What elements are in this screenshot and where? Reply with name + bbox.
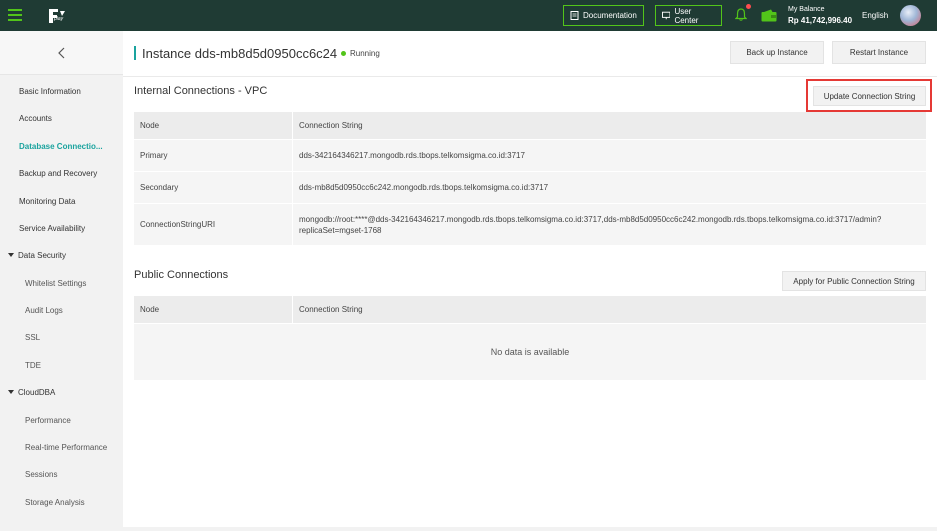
sidebar-item-sessions[interactable]: Sessions (0, 465, 123, 483)
balance-value: Rp 41,742,996.40 (788, 16, 853, 25)
sidebar: Basic Information Accounts Database Conn… (0, 31, 123, 531)
sidebar-item-basic-information[interactable]: Basic Information (0, 82, 123, 100)
apply-public-connection-button[interactable]: Apply for Public Connection String (782, 271, 926, 291)
document-icon (570, 11, 579, 20)
node-cell: Secondary (140, 183, 179, 192)
status-label: Running (350, 49, 380, 58)
language-selector[interactable]: English (862, 11, 888, 20)
table-header: Node Connection String (134, 112, 926, 140)
table-header: Node Connection String (134, 296, 926, 324)
avatar[interactable] (900, 5, 921, 26)
backup-instance-button[interactable]: Back up Instance (730, 41, 824, 64)
bell-icon[interactable] (735, 8, 747, 21)
documentation-button[interactable]: Documentation (563, 5, 644, 26)
node-cell: ConnectionStringURI (140, 220, 216, 229)
user-center-button[interactable]: User Center (655, 5, 722, 26)
sidebar-item-whitelist-settings[interactable]: Whitelist Settings (0, 274, 123, 292)
caret-down-icon (8, 390, 14, 394)
back-button[interactable] (0, 31, 123, 75)
connection-string-cell[interactable]: mongodb://root:****@dds-342164346217.mon… (292, 204, 922, 245)
sidebar-item-realtime-performance[interactable]: Real-time Performance (0, 438, 123, 456)
table-row: ConnectionStringURI mongodb://root:****@… (134, 204, 926, 246)
sidebar-group-data-security[interactable]: Data Security (0, 246, 123, 264)
sidebar-item-backup-recovery[interactable]: Backup and Recovery (0, 164, 123, 182)
column-header-connection-string: Connection String (292, 296, 363, 323)
main-content: Instance dds-mb8d5d0950cc6c24 Running Ba… (123, 31, 937, 527)
status-badge: Running (341, 49, 380, 58)
wallet-icon[interactable] (761, 9, 777, 22)
menu-icon[interactable] (8, 9, 22, 21)
node-cell: Primary (140, 151, 168, 160)
monitor-icon (662, 11, 671, 20)
column-header-node: Node (140, 121, 160, 130)
user-center-label: User Center (674, 6, 699, 25)
empty-state: No data is available (490, 347, 570, 357)
public-connections-title: Public Connections (134, 269, 229, 281)
table-row: Secondary dds-mb8d5d0950cc6c242.mongodb.… (134, 172, 926, 204)
connection-string-cell[interactable]: dds-mb8d5d0950cc6c242.mongodb.rds.tbops.… (292, 172, 548, 203)
caret-down-icon (8, 253, 14, 257)
column-header-connection-string: Connection String (292, 112, 363, 139)
sidebar-item-tde[interactable]: TDE (0, 356, 123, 374)
page-title: Instance dds-mb8d5d0950cc6c24 (142, 46, 338, 61)
sidebar-item-ssl[interactable]: SSL (0, 328, 123, 346)
logo-text: play (54, 16, 64, 22)
sidebar-item-performance[interactable]: Performance (0, 411, 123, 429)
title-bar: Instance dds-mb8d5d0950cc6c24 Running Ba… (123, 31, 937, 77)
documentation-label: Documentation (583, 11, 637, 20)
notification-dot (746, 4, 751, 9)
status-dot-icon (341, 51, 346, 56)
column-header-node: Node (140, 305, 160, 314)
restart-instance-button[interactable]: Restart Instance (832, 41, 926, 64)
top-bar: play Documentation User Center My Balanc… (0, 0, 937, 31)
update-connection-string-button[interactable]: Update Connection String (813, 86, 926, 106)
balance-label: My Balance (788, 6, 825, 13)
internal-connections-title: Internal Connections - VPC (134, 85, 268, 97)
public-connections-table: Node Connection String No data is availa… (134, 296, 926, 380)
sidebar-item-monitoring-data[interactable]: Monitoring Data (0, 192, 123, 210)
sidebar-group-clouddba[interactable]: CloudDBA (0, 383, 123, 401)
sidebar-item-audit-logs[interactable]: Audit Logs (0, 301, 123, 319)
connection-string-cell[interactable]: dds-342164346217.mongodb.rds.tbops.telko… (292, 140, 525, 171)
sidebar-item-storage-analysis[interactable]: Storage Analysis (0, 493, 123, 511)
internal-connections-table: Node Connection String Primary dds-34216… (134, 112, 926, 246)
chevron-left-icon (57, 47, 64, 58)
title-accent-bar (134, 46, 136, 60)
sidebar-item-database-connection[interactable]: Database Connectio... (0, 137, 123, 155)
table-row: Primary dds-342164346217.mongodb.rds.tbo… (134, 140, 926, 172)
sidebar-item-accounts[interactable]: Accounts (0, 109, 123, 127)
sidebar-item-service-availability[interactable]: Service Availability (0, 219, 123, 237)
